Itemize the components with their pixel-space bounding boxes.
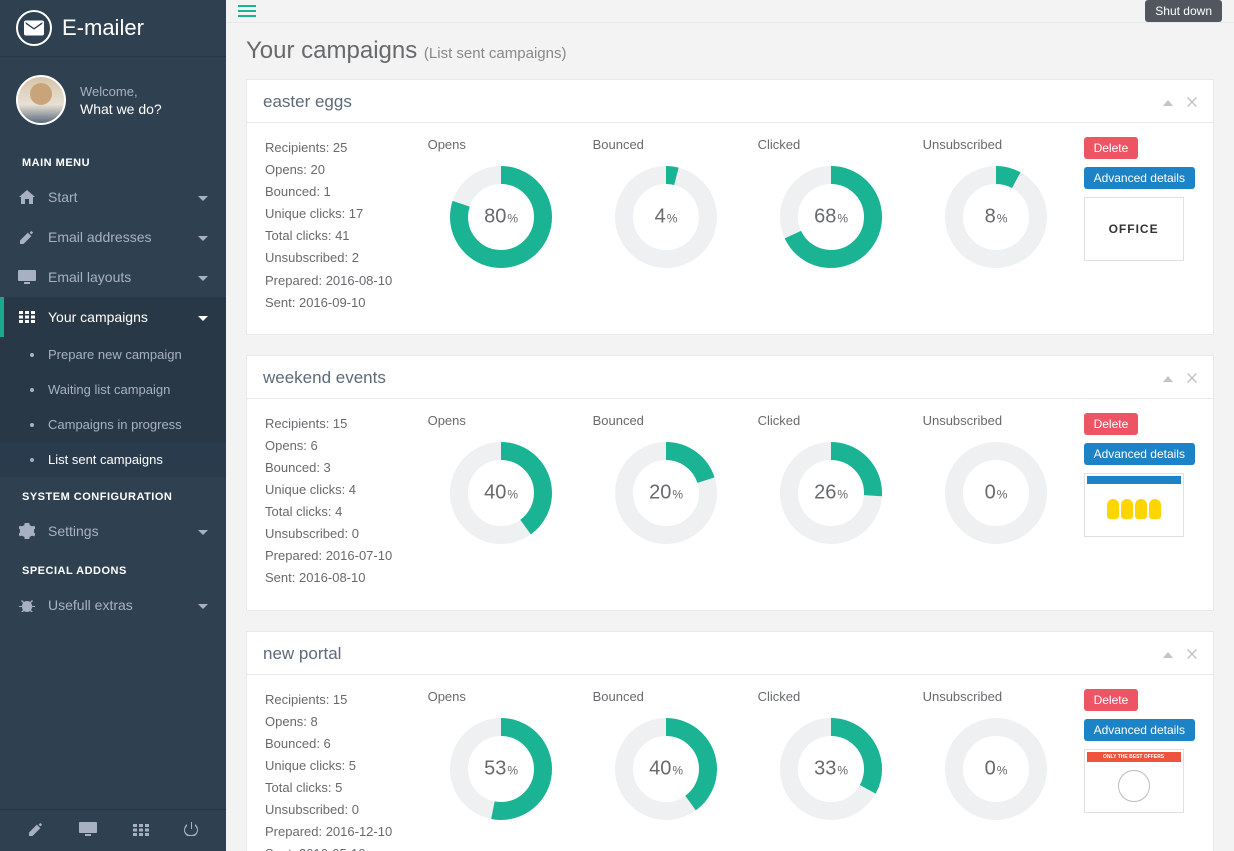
donut-header-clicked: Clicked [754, 137, 909, 152]
chevron-down-icon [198, 229, 208, 245]
donut-header-opens: Opens [424, 137, 579, 152]
donut-chart: 8% [941, 162, 1051, 272]
sub-progress[interactable]: Campaigns in progress [0, 407, 226, 442]
donut-header-unsub: Unsubscribed [919, 413, 1074, 428]
foot-grid-icon[interactable] [133, 823, 149, 839]
close-icon[interactable] [1187, 94, 1197, 110]
donut-header-bounced: Bounced [589, 137, 744, 152]
app-name: E-mailer [62, 15, 144, 41]
edit-icon [18, 230, 36, 244]
collapse-icon[interactable] [1163, 646, 1173, 662]
page-subtitle: (List sent campaigns) [424, 45, 567, 62]
nav-extras[interactable]: Usefull extras [0, 585, 226, 625]
nav-settings[interactable]: Settings [0, 511, 226, 551]
gear-icon [18, 523, 36, 539]
nav-start[interactable]: Start [0, 177, 226, 217]
donut-header-bounced: Bounced [589, 413, 744, 428]
hamburger-icon[interactable] [238, 2, 256, 20]
campaign-stats: Recipients: 25 Opens: 20 Bounced: 1 Uniq… [265, 137, 414, 314]
donut-chart: 26% [776, 438, 886, 548]
donut-header-clicked: Clicked [754, 689, 909, 704]
details-button[interactable]: Advanced details [1084, 443, 1195, 465]
campaign-stats: Recipients: 15 Opens: 6 Bounced: 3 Uniqu… [265, 413, 414, 590]
donut-chart: 33% [776, 714, 886, 824]
donut-header-unsub: Unsubscribed [919, 137, 1074, 152]
menu-header-system: SYSTEM CONFIGURATION [0, 477, 226, 511]
delete-button[interactable]: Delete [1084, 137, 1139, 159]
sidebar: E-mailer Welcome, What we do? MAIN MENU … [0, 0, 226, 851]
donut-header-unsub: Unsubscribed [919, 689, 1074, 704]
close-icon[interactable] [1187, 370, 1197, 386]
envelope-icon [16, 10, 52, 46]
bug-icon [18, 598, 36, 612]
page-title: Your campaigns (List sent campaigns) [246, 37, 1214, 65]
foot-power-icon[interactable] [184, 822, 198, 839]
chevron-down-icon [198, 309, 208, 325]
campaign-thumbnail[interactable] [1084, 197, 1184, 261]
app-logo[interactable]: E-mailer [0, 0, 226, 57]
welcome-text: Welcome, [80, 84, 162, 99]
shutdown-button[interactable]: Shut down [1145, 0, 1222, 22]
collapse-icon[interactable] [1163, 370, 1173, 386]
profile-who[interactable]: What we do? [80, 101, 162, 117]
details-button[interactable]: Advanced details [1084, 167, 1195, 189]
campaign-title: easter eggs [263, 92, 352, 112]
foot-monitor-icon[interactable] [79, 822, 97, 839]
main-nav: Start Email addresses Email layouts Your… [0, 177, 226, 337]
donut-header-opens: Opens [424, 689, 579, 704]
donut-header-opens: Opens [424, 413, 579, 428]
donut-chart: 53% [446, 714, 556, 824]
campaign-thumbnail[interactable] [1084, 473, 1184, 537]
campaign-stats: Recipients: 15 Opens: 8 Bounced: 6 Uniqu… [265, 689, 414, 851]
campaign-thumbnail[interactable]: ONLY THE BEST OFFERS [1084, 749, 1184, 813]
menu-header-addons: SPECIAL ADDONS [0, 551, 226, 585]
sub-sent[interactable]: List sent campaigns [0, 442, 226, 477]
chevron-down-icon [198, 269, 208, 285]
chevron-down-icon [198, 597, 208, 613]
delete-button[interactable]: Delete [1084, 689, 1139, 711]
campaign-title: weekend events [263, 368, 386, 388]
donut-header-bounced: Bounced [589, 689, 744, 704]
donut-chart: 80% [446, 162, 556, 272]
monitor-icon [18, 270, 36, 284]
home-icon [18, 190, 36, 204]
collapse-icon[interactable] [1163, 94, 1173, 110]
campaigns-submenu: Prepare new campaign Waiting list campai… [0, 337, 226, 477]
chevron-down-icon [198, 189, 208, 205]
campaign-card: new portal Recipients: 15 Opens: 8 Bounc… [246, 631, 1214, 851]
donut-chart: 40% [611, 714, 721, 824]
close-icon[interactable] [1187, 646, 1197, 662]
donut-chart: 40% [446, 438, 556, 548]
nav-your-campaigns[interactable]: Your campaigns [0, 297, 226, 337]
topbar: Shut down [226, 0, 1234, 23]
chevron-down-icon [198, 523, 208, 539]
donut-chart: 20% [611, 438, 721, 548]
campaign-title: new portal [263, 644, 341, 664]
grid-icon [18, 310, 36, 324]
avatar[interactable] [16, 75, 66, 125]
donut-header-clicked: Clicked [754, 413, 909, 428]
foot-edit-icon[interactable] [28, 822, 44, 839]
delete-button[interactable]: Delete [1084, 413, 1139, 435]
details-button[interactable]: Advanced details [1084, 719, 1195, 741]
donut-chart: 0% [941, 438, 1051, 548]
donut-chart: 4% [611, 162, 721, 272]
menu-header-main: MAIN MENU [0, 143, 226, 177]
nav-email-addresses[interactable]: Email addresses [0, 217, 226, 257]
donut-chart: 68% [776, 162, 886, 272]
sub-prepare[interactable]: Prepare new campaign [0, 337, 226, 372]
sub-waiting[interactable]: Waiting list campaign [0, 372, 226, 407]
profile-block: Welcome, What we do? [0, 57, 226, 143]
footer-icons [0, 809, 226, 851]
main-area: Shut down Your campaigns (List sent camp… [226, 0, 1234, 851]
donut-chart: 0% [941, 714, 1051, 824]
campaign-card: weekend events Recipients: 15 Opens: 6 B… [246, 355, 1214, 611]
campaign-card: easter eggs Recipients: 25 Opens: 20 Bou… [246, 79, 1214, 335]
nav-email-layouts[interactable]: Email layouts [0, 257, 226, 297]
